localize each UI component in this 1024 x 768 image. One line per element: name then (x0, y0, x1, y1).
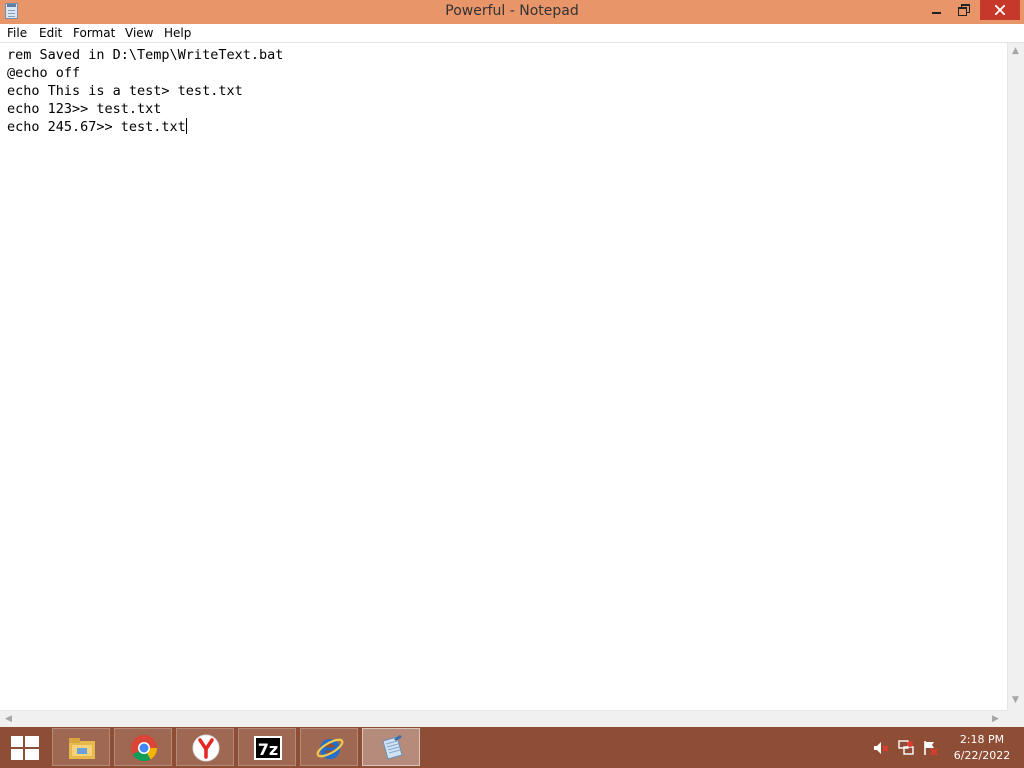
notepad-icon (382, 735, 403, 760)
menu-help[interactable]: Help (164, 25, 191, 41)
editor-line: echo 123>> test.txt (7, 101, 162, 117)
taskbar-internet-explorer[interactable] (300, 728, 358, 766)
volume-muted-icon[interactable] (873, 740, 889, 756)
editor-line: echo 245.67>> test.txt (7, 119, 186, 135)
text-caret (185, 118, 187, 134)
scroll-right-arrow-icon[interactable]: ▶ (992, 714, 999, 724)
scroll-down-arrow-icon[interactable]: ▼ (1012, 695, 1019, 705)
start-button[interactable] (0, 727, 50, 768)
scroll-up-arrow-icon[interactable]: ▲ (1012, 46, 1019, 56)
7zip-icon: 7z (254, 736, 282, 760)
clock-date: 6/22/2022 (953, 749, 1011, 762)
windows-logo-icon (11, 736, 39, 760)
internet-explorer-icon (316, 738, 344, 759)
menu-format[interactable]: Format (73, 25, 115, 41)
file-explorer-icon (69, 738, 95, 759)
close-icon (995, 5, 1005, 15)
taskbar-yandex-browser[interactable] (176, 728, 234, 766)
taskbar-7zip[interactable]: 7z (238, 728, 296, 766)
menu-file[interactable]: File (7, 25, 27, 41)
taskbar-clock[interactable]: 2:18 PM 6/22/2022 (944, 732, 1020, 764)
taskbar-notepad[interactable] (362, 728, 420, 766)
scrollbar-corner (1007, 710, 1024, 727)
yandex-browser-icon (192, 734, 220, 762)
editor-content[interactable]: rem Saved in D:\Temp\WriteText.bat @echo … (7, 46, 283, 136)
editor-line: echo This is a test> test.txt (7, 83, 243, 99)
action-center-flag-icon[interactable] (922, 740, 938, 756)
window-title: Powerful - Notepad (445, 3, 579, 19)
clock-time: 2:18 PM (959, 733, 1005, 746)
taskbar-chrome[interactable] (114, 728, 172, 766)
taskbar-file-explorer[interactable] (52, 728, 110, 766)
taskbar: 7z 2:18 PM 6/22/2022 (0, 727, 1024, 768)
7zip-label: 7z (258, 740, 278, 759)
restore-button[interactable] (950, 0, 976, 20)
scroll-left-arrow-icon[interactable]: ◀ (5, 714, 12, 724)
minimize-button[interactable] (922, 0, 950, 20)
menu-view[interactable]: View (125, 25, 153, 41)
horizontal-scrollbar[interactable]: ◀ ▶ (0, 710, 1007, 727)
editor-line: rem Saved in D:\Temp\WriteText.bat (7, 47, 284, 63)
menu-edit[interactable]: Edit (39, 25, 62, 41)
vertical-scrollbar[interactable]: ▲ ▼ (1007, 43, 1024, 710)
menu-bar: File Edit Format View Help (0, 24, 1024, 43)
editor-line-with-caret: echo 245.67>> test.txt (7, 118, 283, 136)
editor-line: @echo off (7, 65, 81, 81)
chrome-icon (131, 735, 158, 762)
title-bar[interactable]: Powerful - Notepad (0, 0, 1024, 24)
text-editor[interactable]: rem Saved in D:\Temp\WriteText.bat @echo … (0, 43, 1007, 710)
network-icon[interactable] (898, 740, 914, 756)
close-button[interactable] (980, 0, 1020, 20)
